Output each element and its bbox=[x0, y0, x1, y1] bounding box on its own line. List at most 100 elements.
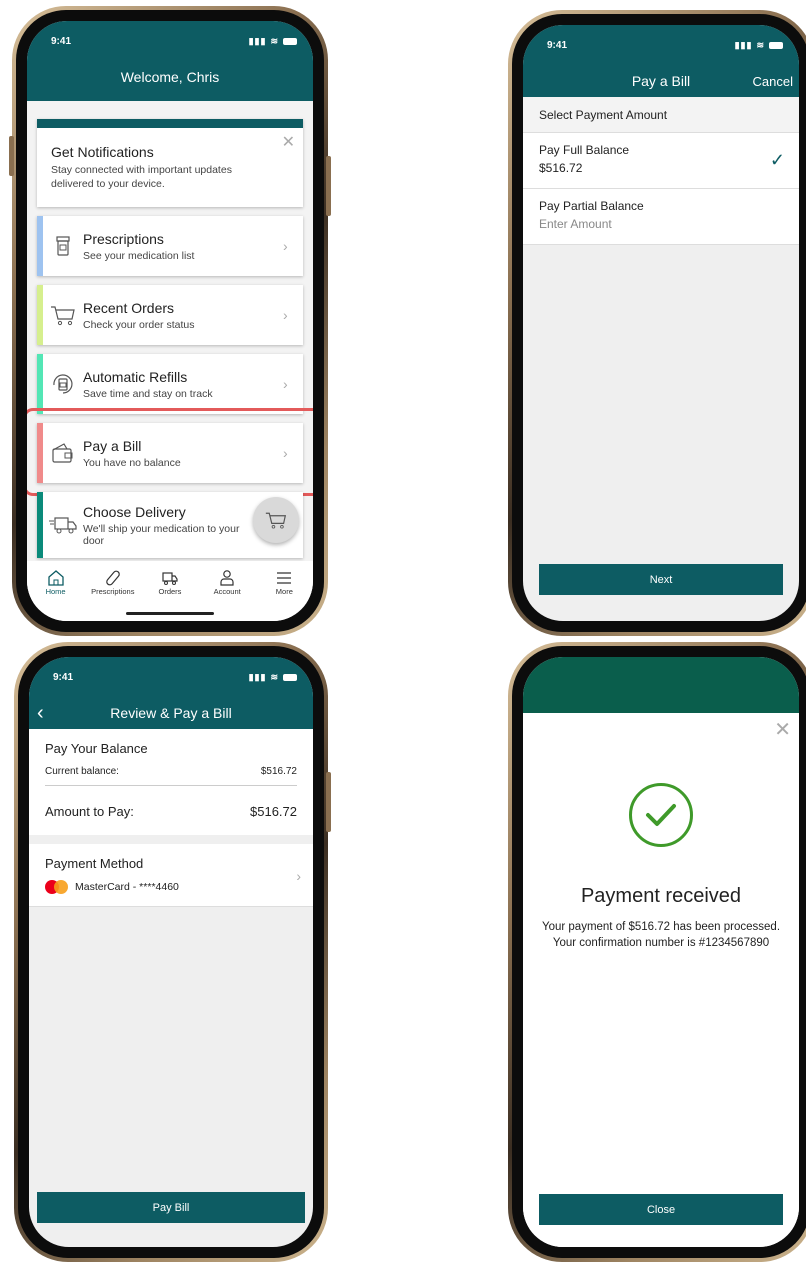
tab-home[interactable]: Home bbox=[31, 569, 81, 621]
next-button[interactable]: Next bbox=[539, 564, 783, 595]
option-label: Pay Full Balance bbox=[539, 143, 630, 157]
header-bar: ‹ Review & Pay a Bill bbox=[29, 697, 313, 729]
page-title: Welcome, Chris bbox=[120, 69, 220, 85]
status-bar: 9:41 ▮▮▮ ≋ bbox=[523, 25, 799, 65]
back-arrow-icon[interactable]: ‹ bbox=[37, 703, 44, 723]
payment-method-row[interactable]: Payment Method MasterCard - ****4460 › bbox=[29, 844, 313, 907]
close-button[interactable]: Close bbox=[539, 1194, 783, 1225]
card-desc: You have no balance bbox=[83, 456, 181, 469]
notification-title: Get Notifications bbox=[51, 144, 154, 160]
option-value: $516.72 bbox=[539, 161, 583, 175]
auto-refill-icon bbox=[43, 371, 83, 397]
truck-icon bbox=[162, 572, 178, 585]
power-button bbox=[326, 156, 331, 216]
tab-more[interactable]: More bbox=[259, 569, 309, 621]
page-title: Review & Pay a Bill bbox=[110, 705, 232, 721]
amount-input[interactable]: Enter Amount bbox=[539, 217, 783, 231]
payment-method-value: MasterCard - ****4460 bbox=[75, 881, 179, 893]
success-check-icon bbox=[629, 783, 693, 847]
amount-value: $516.72 bbox=[250, 804, 297, 819]
card-desc: See your medication list bbox=[83, 249, 195, 262]
status-bar: 9:41 ▮▮▮ ≋ bbox=[29, 657, 313, 697]
cancel-button[interactable]: Cancel bbox=[753, 74, 793, 89]
phone-home: 9:41 ▮▮▮ ≋ Welcome, Chris Get Notificati… bbox=[9, 6, 331, 636]
status-icons: ▮▮▮ ≋ bbox=[735, 40, 783, 51]
cart-icon bbox=[43, 304, 83, 326]
balance-heading: Pay Your Balance bbox=[45, 741, 148, 756]
amount-label: Amount to Pay: bbox=[45, 804, 134, 819]
confirmation-title: Payment received bbox=[580, 885, 742, 907]
chevron-right-icon: › bbox=[296, 868, 301, 884]
volume-button bbox=[9, 136, 14, 176]
card-choose-delivery[interactable]: Choose Delivery We'll ship your medicati… bbox=[37, 492, 303, 559]
delivery-truck-icon bbox=[43, 514, 83, 536]
header-bar bbox=[523, 657, 799, 713]
review-screen: 9:41 ▮▮▮ ≋ ‹ Review & Pay a Bill Pay You… bbox=[29, 657, 313, 1247]
checkmark-icon: ✓ bbox=[769, 150, 785, 170]
option-partial-balance[interactable]: Pay Partial Balance Enter Amount bbox=[523, 189, 799, 245]
prescription-bottle-icon bbox=[43, 235, 83, 257]
tab-label: Home bbox=[45, 587, 66, 596]
battery-icon bbox=[283, 673, 297, 681]
phone-review: 9:41 ▮▮▮ ≋ ‹ Review & Pay a Bill Pay You… bbox=[14, 642, 331, 1262]
phone-payment-received: ✕ Payment received Your payment of $516.… bbox=[508, 642, 806, 1262]
page-title: Pay a Bill bbox=[631, 73, 691, 89]
wifi-icon: ≋ bbox=[756, 39, 765, 50]
current-balance-label: Current balance: bbox=[45, 766, 119, 777]
battery-icon bbox=[283, 37, 297, 45]
power-button bbox=[326, 772, 331, 832]
tab-label: More bbox=[275, 587, 293, 596]
tab-label: Prescriptions bbox=[91, 587, 135, 596]
option-full-balance[interactable]: Pay Full Balance $516.72 ✓ bbox=[523, 133, 799, 189]
card-desc: We'll ship your medication to your door bbox=[83, 522, 240, 547]
tab-label: Account bbox=[213, 587, 241, 596]
card-title: Automatic Refills bbox=[83, 368, 188, 385]
chevron-right-icon: › bbox=[283, 238, 288, 255]
signal-icon: ▮▮▮ bbox=[734, 39, 753, 50]
card-desc: Save time and stay on track bbox=[83, 387, 213, 400]
signal-icon: ▮▮▮ bbox=[248, 671, 267, 682]
card-pay-a-bill[interactable]: Pay a Bill You have no balance › bbox=[27, 408, 313, 497]
menu-icon bbox=[277, 572, 292, 584]
card-recent-orders[interactable]: Recent Orders Check your order status › bbox=[37, 285, 303, 346]
tab-bar: Home Prescriptions Orders Account More bbox=[27, 561, 313, 621]
card-title: Choose Delivery bbox=[83, 503, 186, 520]
notification-card[interactable]: Get Notifications Stay connected with im… bbox=[37, 119, 303, 208]
tab-label: Orders bbox=[158, 587, 182, 596]
home-indicator bbox=[126, 612, 214, 615]
confirmation-message: Your payment of $516.72 has been process… bbox=[541, 921, 781, 949]
status-time: 9:41 bbox=[547, 39, 568, 51]
card-prescriptions[interactable]: Prescriptions See your medication list › bbox=[37, 216, 303, 277]
wifi-icon: ≋ bbox=[270, 35, 279, 46]
close-icon[interactable]: ✕ bbox=[774, 717, 791, 742]
balance-section: Pay Your Balance Current balance: $516.7… bbox=[29, 729, 313, 835]
home-icon bbox=[47, 570, 64, 586]
status-icons: ▮▮▮ ≋ bbox=[249, 36, 297, 47]
status-time: 9:41 bbox=[51, 35, 72, 47]
section-heading: Select Payment Amount bbox=[523, 97, 799, 133]
status-bar: 9:41 ▮▮▮ ≋ bbox=[27, 21, 313, 61]
signal-icon: ▮▮▮ bbox=[248, 35, 267, 46]
option-label: Pay Partial Balance bbox=[539, 199, 644, 213]
status-icons: ▮▮▮ ≋ bbox=[249, 672, 297, 683]
phone-pay-bill: 9:41 ▮▮▮ ≋ Pay a Bill Cancel Select Paym… bbox=[508, 10, 806, 636]
card-title: Recent Orders bbox=[83, 299, 175, 316]
card-desc: Check your order status bbox=[83, 318, 195, 331]
mastercard-icon bbox=[45, 880, 69, 894]
cart-icon bbox=[265, 512, 287, 529]
pill-icon bbox=[105, 570, 120, 586]
header-bar: Pay a Bill Cancel bbox=[523, 65, 799, 97]
battery-icon bbox=[769, 41, 783, 49]
chevron-right-icon: › bbox=[283, 307, 288, 324]
confirmation-screen: ✕ Payment received Your payment of $516.… bbox=[523, 657, 799, 1247]
card-title: Prescriptions bbox=[83, 230, 164, 247]
current-balance-value: $516.72 bbox=[260, 766, 297, 777]
payment-method-heading: Payment Method bbox=[45, 856, 144, 871]
card-automatic-refills[interactable]: Automatic Refills Save time and stay on … bbox=[37, 354, 303, 415]
pay-bill-screen: 9:41 ▮▮▮ ≋ Pay a Bill Cancel Select Paym… bbox=[523, 25, 799, 621]
chevron-right-icon: › bbox=[283, 445, 288, 462]
pay-bill-button[interactable]: Pay Bill bbox=[37, 1192, 305, 1223]
close-icon[interactable]: ✕ bbox=[282, 132, 295, 152]
wifi-icon: ≋ bbox=[270, 671, 279, 682]
card-title: Pay a Bill bbox=[83, 437, 142, 454]
